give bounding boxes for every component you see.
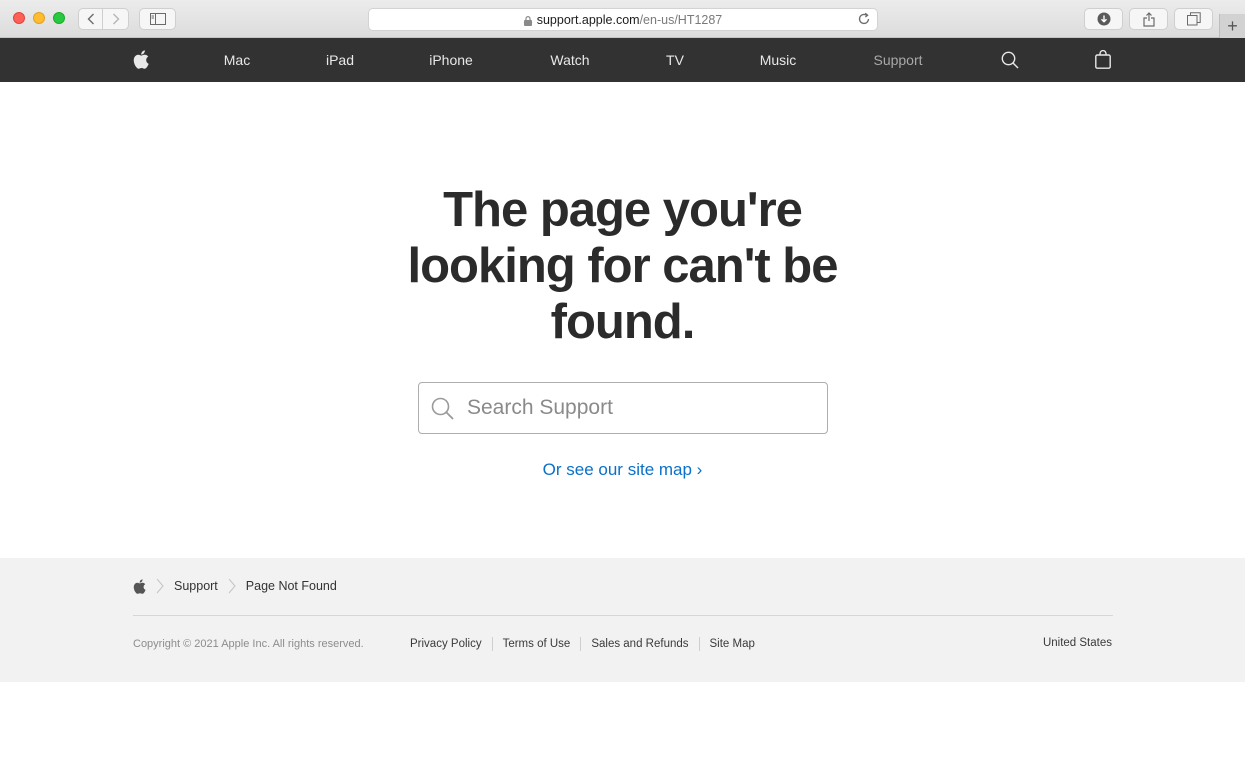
copyright-text: Copyright © 2021 Apple Inc. All rights r… — [133, 638, 364, 650]
search-icon — [431, 397, 454, 420]
page-title-line-3: found. — [550, 295, 696, 349]
share-button[interactable] — [1129, 8, 1168, 30]
fullscreen-window-button[interactable] — [53, 12, 65, 24]
share-icon — [1142, 11, 1155, 27]
sidebar-icon — [149, 13, 166, 25]
page-title: The page you're looking for can't be fou… — [0, 182, 1245, 350]
chevron-right-icon — [112, 13, 119, 25]
search-support-box[interactable] — [418, 382, 828, 434]
nav-item-ipad[interactable]: iPad — [326, 38, 354, 82]
chevron-left-icon — [87, 13, 94, 25]
lock-icon — [523, 15, 532, 26]
apple-logo-icon[interactable] — [133, 50, 149, 69]
privacy-policy-link[interactable]: Privacy Policy — [410, 637, 492, 651]
back-button[interactable] — [78, 8, 103, 30]
downloads-button[interactable] — [1084, 8, 1123, 30]
nav-item-tv[interactable]: TV — [666, 38, 684, 82]
bag-icon[interactable] — [1095, 50, 1111, 69]
country-selector-link[interactable]: United States — [1043, 637, 1112, 649]
breadcrumb-current-page: Page Not Found — [245, 579, 337, 593]
url-host: support.apple.com — [536, 12, 640, 27]
global-nav: Mac iPad iPhone Watch TV Music Support — [0, 38, 1245, 82]
breadcrumb-support[interactable]: Support — [174, 579, 218, 593]
main-content: The page you're looking for can't be fou… — [0, 82, 1245, 558]
nav-item-music[interactable]: Music — [760, 38, 797, 82]
search-icon[interactable] — [1001, 51, 1019, 69]
breadcrumb: Support Page Not Found — [133, 578, 337, 594]
forward-button[interactable] — [103, 8, 129, 30]
show-tabs-button[interactable] — [1174, 8, 1213, 30]
sales-and-refunds-link[interactable]: Sales and Refunds — [580, 637, 698, 651]
download-icon — [1097, 12, 1110, 26]
apple-logo-icon[interactable] — [133, 578, 146, 594]
tabs-overview-icon — [1186, 12, 1201, 26]
breadcrumb-chevron-icon — [156, 578, 164, 594]
site-map-footer-link[interactable]: Site Map — [698, 637, 765, 651]
reload-icon[interactable] — [857, 12, 871, 26]
page-title-line-2: looking for can't be — [407, 239, 839, 293]
nav-item-mac[interactable]: Mac — [224, 38, 250, 82]
footer-legal-links: Privacy Policy Terms of Use Sales and Re… — [410, 637, 765, 651]
nav-item-watch[interactable]: Watch — [550, 38, 589, 82]
sidebar-toggle-button[interactable] — [139, 8, 176, 30]
url-path: /en-us/HT1287 — [639, 12, 723, 27]
nav-item-iphone[interactable]: iPhone — [429, 38, 473, 82]
page-title-line-1: The page you're — [443, 183, 803, 237]
footer-divider — [133, 615, 1113, 616]
terms-of-use-link[interactable]: Terms of Use — [491, 637, 581, 651]
close-window-button[interactable] — [13, 12, 25, 24]
search-support-input[interactable] — [467, 393, 817, 423]
address-bar[interactable]: support.apple.com/en-us/HT1287 — [368, 8, 878, 31]
browser-toolbar: support.apple.com/en-us/HT1287 + — [0, 0, 1245, 38]
nav-item-support[interactable]: Support — [873, 38, 922, 82]
site-map-link[interactable]: Or see our site map › — [0, 460, 1245, 480]
minimize-window-button[interactable] — [33, 12, 45, 24]
footer: Support Page Not Found Copyright © 2021 … — [0, 558, 1245, 682]
new-tab-button[interactable]: + — [1219, 14, 1245, 38]
breadcrumb-chevron-icon — [228, 578, 236, 594]
